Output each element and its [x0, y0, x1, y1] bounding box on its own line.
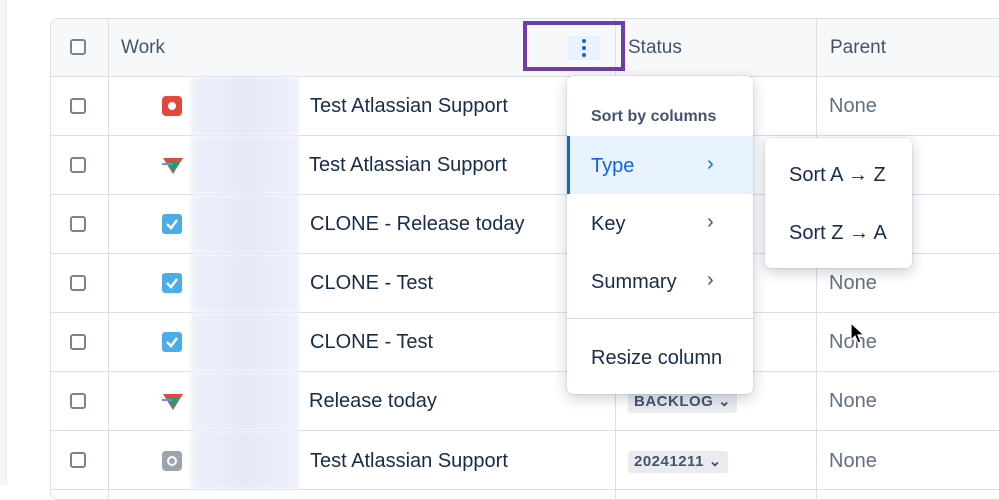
row-checkbox[interactable] [70, 393, 86, 409]
issue-key-redacted [191, 136, 299, 194]
bug-icon [162, 96, 182, 116]
chevron-down-icon: ⌄ [718, 393, 732, 410]
select-all-checkbox[interactable] [70, 39, 86, 55]
issue-key-redacted [191, 195, 299, 253]
parent-value: None [829, 272, 877, 294]
mouse-cursor-icon [850, 322, 866, 344]
parent-value: None [829, 390, 877, 412]
chevron-right-icon: › [707, 211, 714, 233]
work-summary[interactable]: Test Atlassian Support [309, 154, 507, 177]
table-row[interactable]: Release today BACKLOG ⌄ None [51, 372, 999, 431]
sort-z-a-option[interactable]: Sort Z → A [789, 222, 887, 245]
status-label: BACKLOG [634, 393, 714, 410]
header-parent[interactable]: Parent [830, 37, 886, 59]
work-summary[interactable]: Test Atlassian Support [310, 95, 508, 118]
status-label: 20241211 [634, 453, 704, 470]
menu-item-summary[interactable]: Summary › [567, 252, 753, 310]
filter-icon [162, 394, 183, 410]
chevron-right-icon: › [707, 269, 714, 291]
status-lozenge[interactable]: 20241211 ⌄ [628, 451, 728, 473]
sort-a-z-option[interactable]: Sort A → Z [789, 164, 886, 187]
menu-item-resize-column[interactable]: Resize column [567, 328, 753, 386]
status-lozenge[interactable]: BACKLOG ⌄ [628, 391, 738, 413]
work-summary[interactable]: CLONE - Test [310, 331, 433, 354]
checkbox-task-icon [162, 214, 182, 234]
menu-item-label: Key [591, 213, 626, 235]
work-summary[interactable]: CLONE - Test [310, 272, 433, 295]
column-options-menu: Sort by columns Type › Key › Summary › R… [567, 76, 753, 394]
issue-key-redacted [191, 77, 299, 135]
parent-value: None [829, 450, 877, 472]
menu-item-type[interactable]: Type › [567, 136, 753, 194]
menu-item-label: Resize column [591, 347, 723, 369]
row-checkbox[interactable] [70, 216, 86, 232]
checkbox-task-icon [162, 273, 182, 293]
row-checkbox[interactable] [70, 452, 86, 468]
menu-item-key[interactable]: Key › [567, 194, 753, 252]
header-status[interactable]: Status [628, 37, 682, 59]
issue-key-redacted [191, 431, 299, 489]
table-row[interactable]: Test Atlassian Support None [51, 77, 999, 136]
issue-key-redacted [191, 313, 299, 371]
chevron-right-icon: › [707, 153, 714, 175]
table-row[interactable]: Test Atlassian Support 20241211 ⌄ None [51, 431, 999, 490]
header-work[interactable]: Work [121, 37, 165, 59]
chevron-down-icon: ⌄ [708, 453, 722, 470]
issue-key-redacted [191, 372, 299, 430]
row-checkbox[interactable] [70, 98, 86, 114]
work-summary[interactable]: CLONE - Release today [310, 213, 525, 236]
row-checkbox[interactable] [70, 157, 86, 173]
parent-value: None [829, 95, 877, 117]
circle-icon [162, 451, 182, 471]
work-summary[interactable]: Test Atlassian Support [310, 450, 508, 473]
filter-icon [162, 158, 183, 174]
sort-submenu: Sort A → Z Sort Z → A [765, 138, 912, 268]
menu-item-label: Type [591, 155, 635, 177]
annotation-highlight-box [523, 21, 625, 71]
work-summary[interactable]: Release today [309, 390, 437, 413]
menu-divider [567, 318, 753, 319]
menu-item-label: Summary [591, 271, 677, 293]
checkbox-task-icon [162, 332, 182, 352]
issue-key-redacted [191, 254, 299, 312]
row-checkbox[interactable] [70, 275, 86, 291]
menu-heading: Sort by columns [591, 108, 717, 125]
left-sidebar-edge [0, 0, 7, 485]
row-checkbox[interactable] [70, 334, 86, 350]
